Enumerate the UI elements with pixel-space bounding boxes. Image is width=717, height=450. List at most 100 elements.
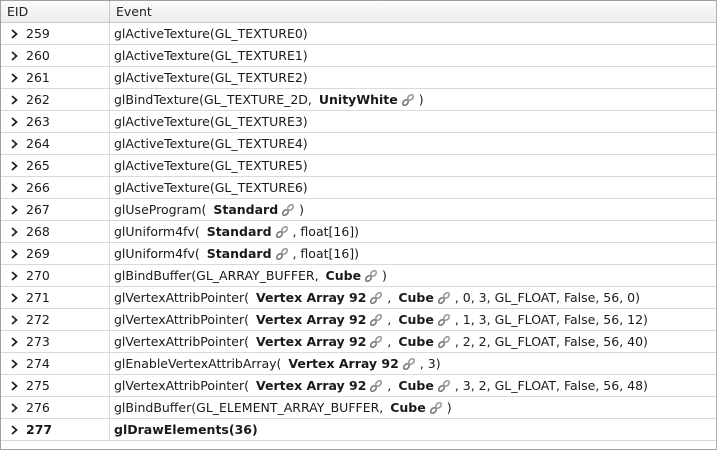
resource-link[interactable]: Vertex Array 92 [256,312,366,327]
link-icon[interactable] [401,93,415,107]
link-icon[interactable] [369,335,383,349]
link-icon[interactable] [437,291,451,305]
event-cell: glActiveTexture(GL_TEXTURE1) [110,45,716,66]
link-icon[interactable] [369,313,383,327]
chevron-right-icon[interactable] [8,116,20,128]
link-icon[interactable] [402,357,416,371]
event-row[interactable]: 276 glBindBuffer(GL_ELEMENT_ARRAY_BUFFER,… [1,397,716,419]
chevron-right-icon[interactable] [8,204,20,216]
event-row[interactable]: 268 glUniform4fv( Standard , float[16]) [1,221,716,243]
resource-link[interactable]: Cube [398,312,434,327]
event-row[interactable]: 277 glDrawElements(36) [1,419,716,441]
link-icon[interactable] [437,335,451,349]
chevron-right-icon[interactable] [8,160,20,172]
link-icon[interactable] [369,379,383,393]
resource-link[interactable]: Vertex Array 92 [288,356,398,371]
resource-link[interactable]: UnityWhite [319,92,398,107]
chevron-right-icon[interactable] [8,380,20,392]
resource-link[interactable]: Vertex Array 92 [256,334,366,349]
event-text: , [383,378,396,393]
event-text: , 3, 2, GL_FLOAT, False, 56, 48) [450,378,648,393]
event-cell: glUseProgram( Standard ) [110,199,716,220]
resource-link[interactable]: Standard [213,202,278,217]
link-icon[interactable] [437,379,451,393]
chevron-right-icon[interactable] [8,358,20,370]
chevron-right-icon[interactable] [8,50,20,62]
link-icon[interactable] [437,313,451,327]
event-text: , 3) [415,356,441,371]
chevron-right-icon[interactable] [8,94,20,106]
event-cell: glVertexAttribPointer( Vertex Array 92 ,… [110,331,716,352]
event-text: , 1, 3, GL_FLOAT, False, 56, 12) [450,312,648,327]
chevron-right-icon[interactable] [8,72,20,84]
event-row[interactable]: 259 glActiveTexture(GL_TEXTURE0) [1,23,716,45]
eid-value: 275 [26,378,50,393]
link-icon[interactable] [281,203,295,217]
eid-value: 271 [26,290,50,305]
event-row[interactable]: 262 glBindTexture(GL_TEXTURE_2D, UnityWhi… [1,89,716,111]
chevron-right-icon[interactable] [8,248,20,260]
eid-cell: 263 [1,111,110,132]
eid-value: 259 [26,26,50,41]
eid-value: 260 [26,48,50,63]
chevron-right-icon[interactable] [8,402,20,414]
eid-cell: 269 [1,243,110,264]
event-row[interactable]: 269 glUniform4fv( Standard , float[16]) [1,243,716,265]
event-text: ) [414,92,424,107]
link-icon[interactable] [275,225,289,239]
eid-cell: 271 [1,287,110,308]
resource-link[interactable]: Vertex Array 92 [256,378,366,393]
link-icon[interactable] [364,269,378,283]
chevron-right-icon[interactable] [8,270,20,282]
chevron-right-icon[interactable] [8,182,20,194]
chevron-right-icon[interactable] [8,336,20,348]
eid-value: 266 [26,180,50,195]
column-header-eid[interactable]: EID [1,1,110,22]
eid-value: 277 [26,422,53,437]
link-icon[interactable] [275,247,289,261]
event-text: glBindBuffer(GL_ARRAY_BUFFER, [114,268,323,283]
resource-link[interactable]: Cube [398,290,434,305]
chevron-right-icon[interactable] [8,226,20,238]
resource-link[interactable]: Vertex Array 92 [256,290,366,305]
resource-link[interactable]: Cube [326,268,362,283]
event-row[interactable]: 271 glVertexAttribPointer( Vertex Array 9… [1,287,716,309]
chevron-right-icon[interactable] [8,138,20,150]
event-row[interactable]: 272 glVertexAttribPointer( Vertex Array 9… [1,309,716,331]
resource-link[interactable]: Cube [398,378,434,393]
event-text: , [383,290,396,305]
resource-link[interactable]: Cube [390,400,426,415]
eid-value: 264 [26,136,50,151]
event-text: glActiveTexture(GL_TEXTURE1) [114,48,308,63]
chevron-right-icon[interactable] [8,314,20,326]
event-row[interactable]: 270 glBindBuffer(GL_ARRAY_BUFFER, Cube ) [1,265,716,287]
chevron-right-icon[interactable] [8,424,20,436]
event-row[interactable]: 275 glVertexAttribPointer( Vertex Array 9… [1,375,716,397]
link-icon[interactable] [369,291,383,305]
eid-cell: 259 [1,23,110,44]
event-row[interactable]: 267 glUseProgram( Standard ) [1,199,716,221]
eid-value: 273 [26,334,50,349]
chevron-right-icon[interactable] [8,28,20,40]
event-text: , 2, 2, GL_FLOAT, False, 56, 40) [450,334,648,349]
eid-cell: 264 [1,133,110,154]
eid-cell: 268 [1,221,110,242]
event-row[interactable]: 261 glActiveTexture(GL_TEXTURE2) [1,67,716,89]
resource-link[interactable]: Standard [207,224,272,239]
event-cell: glVertexAttribPointer( Vertex Array 92 ,… [110,287,716,308]
link-icon[interactable] [429,401,443,415]
event-row[interactable]: 263 glActiveTexture(GL_TEXTURE3) [1,111,716,133]
column-header-event[interactable]: Event [110,1,716,22]
event-row[interactable]: 266 glActiveTexture(GL_TEXTURE6) [1,177,716,199]
event-browser-tree: EID Event 259 glActiveTexture(GL_TEXTURE0… [0,0,717,450]
event-text: , float[16]) [288,246,360,261]
resource-link[interactable]: Cube [398,334,434,349]
event-row[interactable]: 260 glActiveTexture(GL_TEXTURE1) [1,45,716,67]
event-row[interactable]: 264 glActiveTexture(GL_TEXTURE4) [1,133,716,155]
chevron-right-icon[interactable] [8,292,20,304]
event-row[interactable]: 274 glEnableVertexAttribArray( Vertex Arr… [1,353,716,375]
eid-value: 262 [26,92,50,107]
event-row[interactable]: 273 glVertexAttribPointer( Vertex Array 9… [1,331,716,353]
event-row[interactable]: 265 glActiveTexture(GL_TEXTURE5) [1,155,716,177]
resource-link[interactable]: Standard [207,246,272,261]
